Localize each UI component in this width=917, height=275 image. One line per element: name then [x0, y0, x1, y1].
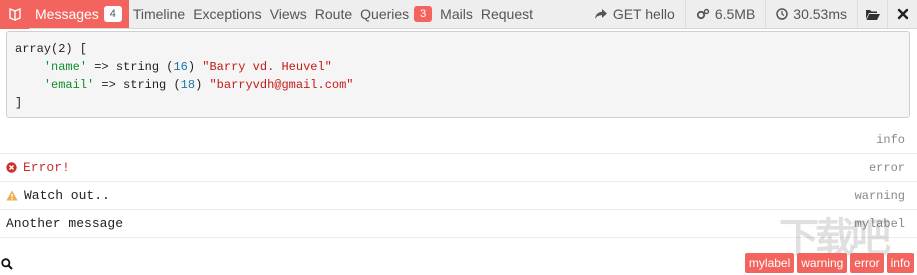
tab-route[interactable]: Route [311, 0, 356, 28]
tab-views[interactable]: Views [266, 0, 311, 28]
tab-request[interactable]: Request [477, 0, 537, 28]
time-indicator[interactable]: 30.53ms [765, 0, 857, 28]
dump-paren: ) [187, 60, 203, 74]
message-label: error [868, 160, 905, 175]
dump-open: array(2) [ [15, 42, 88, 56]
memory-indicator-label: 6.5MB [714, 6, 756, 22]
label-filters: mylabel warning error info [744, 253, 914, 273]
message-label: warning [854, 188, 905, 203]
filter-warning-button[interactable]: warning [797, 253, 848, 273]
error-icon [6, 162, 17, 173]
route-indicator[interactable]: GET hello [584, 0, 685, 28]
message-label: info [876, 132, 905, 147]
close-button[interactable] [887, 0, 917, 28]
tab-messages-label: Messages [35, 6, 99, 22]
dump-length: 16 [173, 60, 188, 74]
dump-value-name: "Barry vd. Heuvel" [202, 60, 332, 74]
dump-arrow: => string ( [94, 78, 181, 92]
tab-queries-label: Queries [360, 6, 410, 22]
message-row-error: Error! error [0, 154, 917, 182]
tab-messages[interactable]: Messages 4 [29, 0, 129, 28]
message-text: Error! [23, 160, 70, 175]
dump-arrow: => string ( [87, 60, 174, 74]
open-button[interactable] [857, 0, 887, 28]
close-icon [897, 8, 908, 20]
dump-key-email: 'email' [43, 78, 95, 92]
tab-queries-badge: 3 [414, 6, 433, 22]
cogs-icon [696, 8, 710, 20]
dump-paren: ) [195, 78, 210, 92]
tab-exceptions-label: Exceptions [193, 6, 262, 22]
dump-length: 18 [180, 78, 196, 92]
filter-bar: mylabel warning error info [0, 252, 917, 275]
tab-request-label: Request [480, 6, 533, 22]
debugbar-header: Messages 4 Timeline Exceptions Views Rou… [0, 0, 917, 29]
warning-icon [6, 190, 18, 201]
variable-dump: array(2) [ 'name' => string (16) "Barry … [6, 31, 910, 118]
dump-close: ] [15, 96, 23, 110]
filter-mylabel-button[interactable]: mylabel [744, 253, 795, 273]
message-row-dump-label: info [0, 126, 917, 154]
tab-queries[interactable]: Queries 3 [356, 0, 436, 28]
filter-error-button[interactable]: error [850, 253, 884, 273]
route-indicator-label: GET hello [612, 6, 675, 22]
message-text: Watch out.. [24, 188, 110, 203]
tab-route-label: Route [314, 6, 353, 22]
filter-info-button[interactable]: info [886, 253, 914, 273]
laravel-logo-icon [8, 7, 21, 21]
tab-messages-badge: 4 [103, 6, 122, 22]
share-icon [594, 8, 608, 20]
clock-icon [776, 8, 789, 20]
tab-timeline[interactable]: Timeline [129, 0, 189, 28]
tab-timeline-label: Timeline [132, 6, 186, 22]
dump-key-name: 'name' [43, 60, 88, 74]
memory-indicator[interactable]: 6.5MB [684, 0, 765, 28]
time-indicator-label: 30.53ms [793, 6, 847, 22]
message-text: Another message [6, 216, 124, 231]
tab-views-label: Views [269, 6, 307, 22]
tab-exceptions[interactable]: Exceptions [189, 0, 265, 28]
search-icon[interactable] [1, 257, 13, 270]
folder-open-icon [865, 9, 880, 20]
tab-mails-label: Mails [440, 6, 473, 22]
dump-value-email: "barryvdh@gmail.com" [209, 78, 354, 92]
tab-mails[interactable]: Mails [436, 0, 477, 28]
debugbar-logo[interactable] [0, 0, 29, 29]
